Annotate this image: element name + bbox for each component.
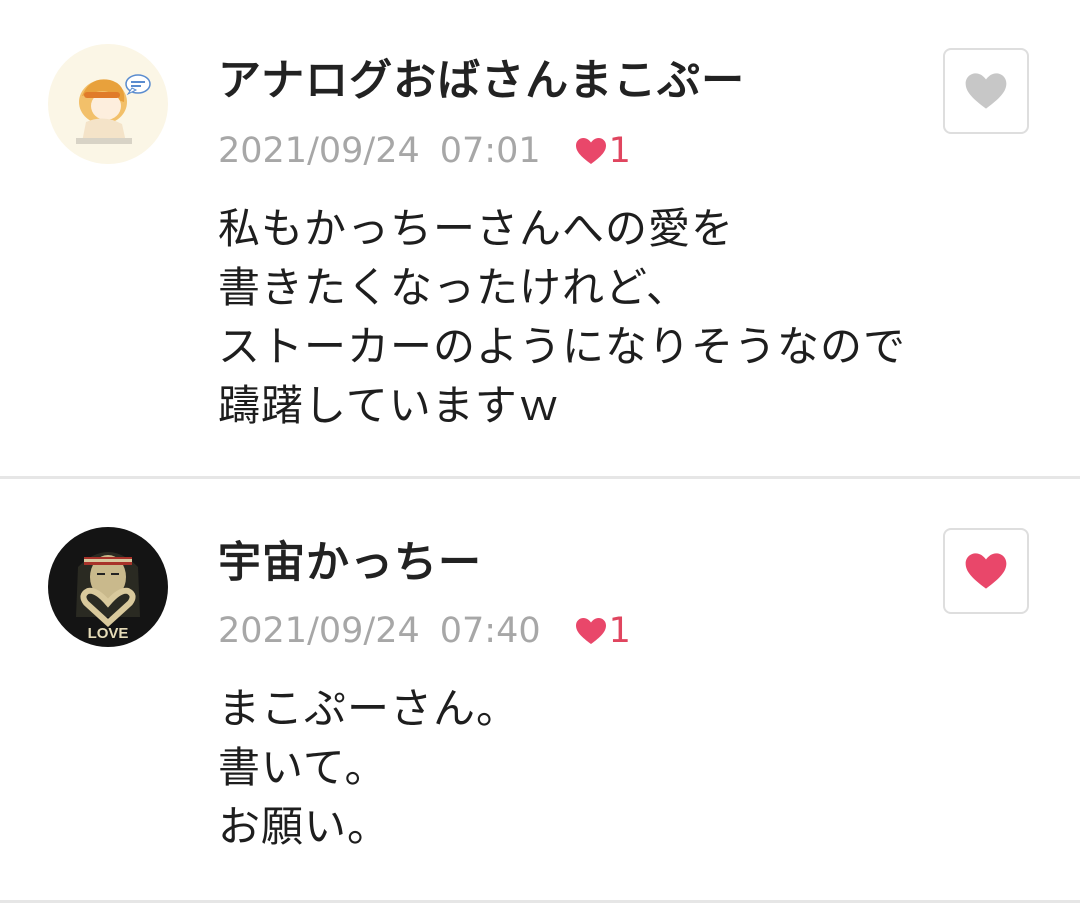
like-count: 1	[575, 611, 631, 651]
comment-meta: 2021/09/24 07:01 1	[218, 131, 631, 171]
comment-body-line: 私もかっちーさんへの愛を	[218, 204, 735, 253]
comment-username[interactable]: アナログおばさんまこぷー	[218, 46, 745, 108]
comment-body-line: まこぷーさん。	[218, 684, 520, 733]
heart-icon	[575, 138, 606, 164]
comment-item: LOVE 宇宙かっちー 2021/09/24 07:40 1 まこぷーさん。 書…	[0, 478, 1080, 907]
user-avatar[interactable]: LOVE	[48, 527, 168, 647]
comment-meta: 2021/09/24 07:40 1	[218, 611, 631, 651]
comment-date: 2021/09/24	[218, 611, 420, 651]
comment-date: 2021/09/24	[218, 131, 420, 171]
heart-hands-love-avatar: LOVE	[48, 527, 168, 647]
heart-icon	[965, 553, 1007, 589]
illustrated-woman-avatar	[48, 44, 168, 164]
comment-time: 07:01	[439, 131, 541, 171]
heart-icon	[965, 73, 1007, 109]
user-avatar[interactable]	[48, 44, 168, 164]
comment-body-line: ストーカーのようになりそうなので	[218, 322, 907, 371]
comment-item: アナログおばさんまこぷー 2021/09/24 07:01 1 私もかっちーさん…	[0, 0, 1080, 478]
comment-body-line: お願い。	[218, 802, 391, 851]
like-count: 1	[575, 131, 631, 171]
heart-icon	[575, 618, 606, 644]
avatar-love-text: LOVE	[88, 625, 129, 642]
like-count-value: 1	[608, 131, 631, 171]
comment-body: 私もかっちーさんへの愛を 書きたくなったけれど、 ストーカーのようになりそうなの…	[218, 199, 906, 435]
comment-body-line: 躊躇していますｗ	[218, 381, 561, 430]
comment-divider	[0, 900, 1080, 903]
comment-username[interactable]: 宇宙かっちー	[218, 528, 482, 590]
like-count-value: 1	[608, 611, 631, 651]
comment-body: まこぷーさん。 書いて。 お願い。	[218, 679, 519, 856]
comment-body-line: 書きたくなったけれど、	[218, 263, 689, 312]
like-button[interactable]	[943, 48, 1029, 134]
like-button[interactable]	[943, 528, 1029, 614]
comment-body-line: 書いて。	[218, 743, 388, 792]
comment-time: 07:40	[439, 611, 541, 651]
